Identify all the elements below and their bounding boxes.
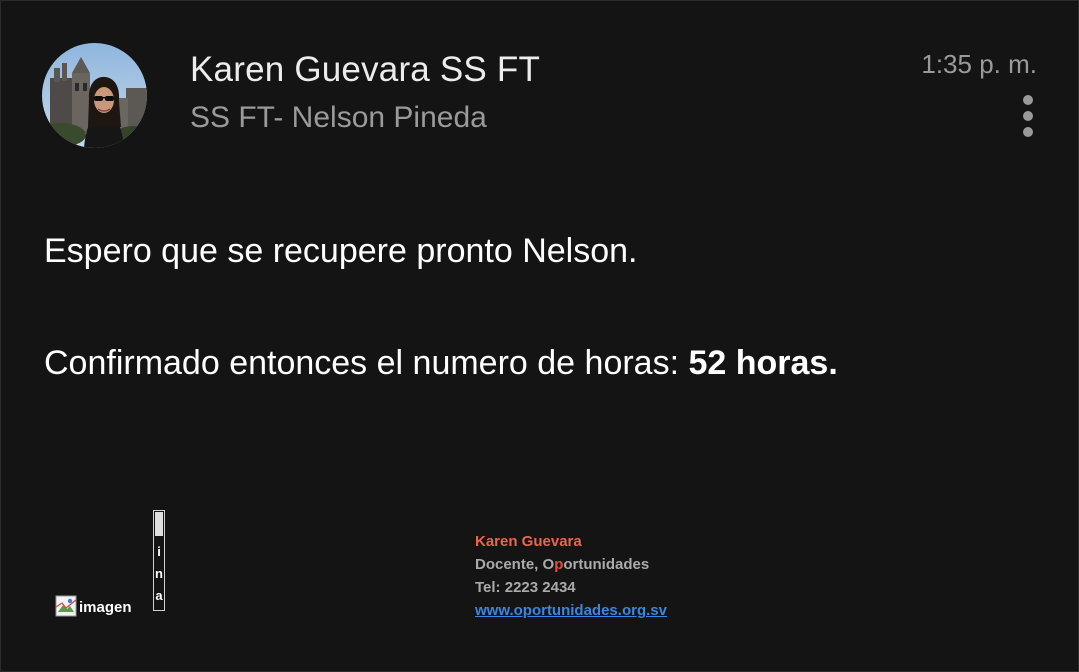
hours-count: 52 horas.	[688, 344, 838, 382]
signature-phone: Tel: 2223 2434	[475, 579, 576, 596]
broken-signature-image[interactable]: imagen	[55, 595, 132, 617]
signature-role-part1: Docente, O	[475, 556, 555, 573]
profile-photo-icon	[42, 43, 147, 148]
recipient-line[interactable]: SS FT- Nelson Pineda	[190, 101, 487, 135]
broken-image-icon	[155, 512, 163, 536]
broken-image-icon	[55, 595, 77, 617]
sender-avatar[interactable]	[42, 43, 147, 148]
more-options-button[interactable]	[1012, 92, 1044, 140]
more-dot-middle	[1023, 111, 1033, 121]
signature-role-part2: ortunidades	[563, 556, 650, 573]
body-line-2-prefix: Confirmado entonces el numero de horas:	[44, 344, 689, 382]
signature-role: Docente, Oportunidades	[475, 553, 667, 576]
signature-name: Karen Guevara	[475, 533, 582, 550]
sender-name[interactable]: Karen Guevara SS FT	[190, 50, 540, 90]
email-signature: Karen Guevara Docente, Oportunidades Tel…	[475, 530, 667, 622]
signature-website-link[interactable]: www.oportunidades.org.sv	[475, 599, 667, 622]
more-vert-icon	[1023, 95, 1033, 105]
broken-image-alt-text: imagen	[79, 599, 132, 616]
timestamp: 1:35 p. m.	[921, 49, 1037, 79]
narrow-broken-image[interactable]: i n a	[153, 510, 165, 611]
email-body-line-2: Confirmado entonces el numero de horas: …	[44, 344, 838, 383]
narrow-image-alt-text: i n a	[155, 544, 163, 603]
more-dot-bottom	[1023, 127, 1033, 137]
email-body-line-1: Espero que se recupere pronto Nelson.	[44, 232, 638, 270]
signature-role-highlight: p	[554, 556, 564, 573]
